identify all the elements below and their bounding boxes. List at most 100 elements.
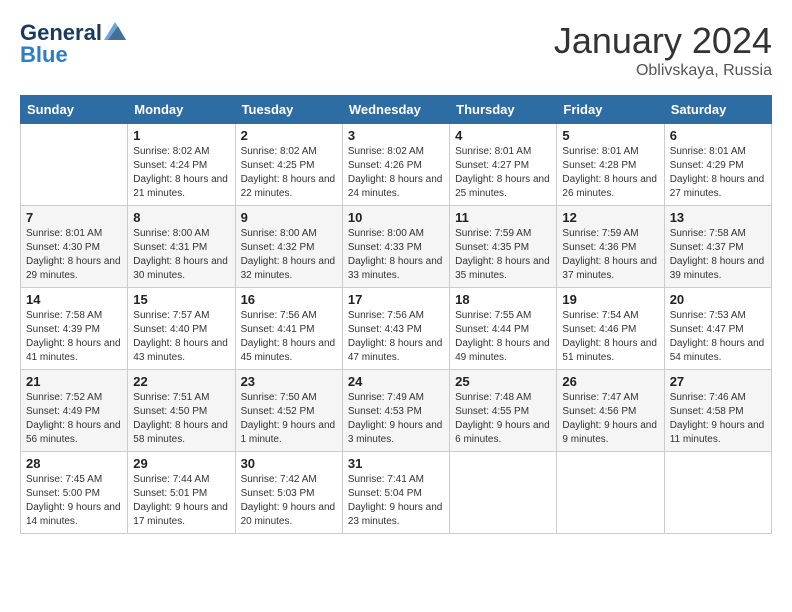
day-number: 5 (562, 128, 658, 143)
col-header-sunday: Sunday (21, 96, 128, 124)
day-number: 29 (133, 456, 229, 471)
day-info: Sunrise: 7:45 AM Sunset: 5:00 PM Dayligh… (26, 473, 122, 529)
week-row-1: 1Sunrise: 8:02 AM Sunset: 4:24 PM Daylig… (21, 124, 772, 206)
day-number: 15 (133, 292, 229, 307)
day-number: 16 (241, 292, 337, 307)
day-info: Sunrise: 7:54 AM Sunset: 4:46 PM Dayligh… (562, 309, 658, 365)
day-info: Sunrise: 8:01 AM Sunset: 4:28 PM Dayligh… (562, 145, 658, 201)
day-info: Sunrise: 7:50 AM Sunset: 4:52 PM Dayligh… (241, 391, 337, 447)
day-number: 18 (455, 292, 551, 307)
day-info: Sunrise: 7:59 AM Sunset: 4:35 PM Dayligh… (455, 227, 551, 283)
day-cell (664, 452, 771, 534)
day-number: 22 (133, 374, 229, 389)
day-number: 20 (670, 292, 766, 307)
day-info: Sunrise: 8:02 AM Sunset: 4:26 PM Dayligh… (348, 145, 444, 201)
col-header-thursday: Thursday (450, 96, 557, 124)
day-number: 23 (241, 374, 337, 389)
day-number: 21 (26, 374, 122, 389)
day-cell: 25 Sunrise: 7:48 AM Sunset: 4:55 PM Dayli… (450, 370, 557, 452)
day-number: 25 (455, 374, 551, 389)
day-cell: 23 Sunrise: 7:50 AM Sunset: 4:52 PM Dayli… (235, 370, 342, 452)
day-number: 6 (670, 128, 766, 143)
day-number: 10 (348, 210, 444, 225)
day-number: 30 (241, 456, 337, 471)
day-cell: 7 Sunrise: 8:01 AM Sunset: 4:30 PM Daylig… (21, 206, 128, 288)
month-title: January 2024 (554, 20, 772, 62)
day-cell: 28 Sunrise: 7:45 AM Sunset: 5:00 PM Dayli… (21, 452, 128, 534)
day-number: 31 (348, 456, 444, 471)
day-cell: 6 Sunrise: 8:01 AM Sunset: 4:29 PM Daylig… (664, 124, 771, 206)
col-header-wednesday: Wednesday (342, 96, 449, 124)
day-cell (21, 124, 128, 206)
day-info: Sunrise: 7:57 AM Sunset: 4:40 PM Dayligh… (133, 309, 229, 365)
day-cell (450, 452, 557, 534)
day-cell: 9Sunrise: 8:00 AM Sunset: 4:32 PM Daylig… (235, 206, 342, 288)
day-cell: 5 Sunrise: 8:01 AM Sunset: 4:28 PM Daylig… (557, 124, 664, 206)
day-info: Sunrise: 7:55 AM Sunset: 4:44 PM Dayligh… (455, 309, 551, 365)
day-number: 27 (670, 374, 766, 389)
day-info: Sunrise: 7:59 AM Sunset: 4:36 PM Dayligh… (562, 227, 658, 283)
day-info: Sunrise: 7:49 AM Sunset: 4:53 PM Dayligh… (348, 391, 444, 447)
day-cell: 13Sunrise: 7:58 AM Sunset: 4:37 PM Dayli… (664, 206, 771, 288)
day-cell: 11Sunrise: 7:59 AM Sunset: 4:35 PM Dayli… (450, 206, 557, 288)
day-info: Sunrise: 8:00 AM Sunset: 4:32 PM Dayligh… (241, 227, 337, 283)
header: General Blue January 2024 Oblivskaya, Ru… (20, 20, 772, 80)
day-info: Sunrise: 7:48 AM Sunset: 4:55 PM Dayligh… (455, 391, 551, 447)
day-cell: 21 Sunrise: 7:52 AM Sunset: 4:49 PM Dayli… (21, 370, 128, 452)
day-info: Sunrise: 8:00 AM Sunset: 4:31 PM Dayligh… (133, 227, 229, 283)
day-cell: 18 Sunrise: 7:55 AM Sunset: 4:44 PM Dayli… (450, 288, 557, 370)
week-row-3: 14 Sunrise: 7:58 AM Sunset: 4:39 PM Dayli… (21, 288, 772, 370)
day-info: Sunrise: 7:53 AM Sunset: 4:47 PM Dayligh… (670, 309, 766, 365)
day-info: Sunrise: 7:44 AM Sunset: 5:01 PM Dayligh… (133, 473, 229, 529)
col-header-tuesday: Tuesday (235, 96, 342, 124)
day-number: 19 (562, 292, 658, 307)
day-info: Sunrise: 8:02 AM Sunset: 4:25 PM Dayligh… (241, 145, 337, 201)
day-info: Sunrise: 8:01 AM Sunset: 4:30 PM Dayligh… (26, 227, 122, 283)
day-cell: 10 Sunrise: 8:00 AM Sunset: 4:33 PM Dayli… (342, 206, 449, 288)
day-cell: 22Sunrise: 7:51 AM Sunset: 4:50 PM Dayli… (128, 370, 235, 452)
day-info: Sunrise: 7:56 AM Sunset: 4:43 PM Dayligh… (348, 309, 444, 365)
day-info: Sunrise: 7:56 AM Sunset: 4:41 PM Dayligh… (241, 309, 337, 365)
day-info: Sunrise: 7:52 AM Sunset: 4:49 PM Dayligh… (26, 391, 122, 447)
day-number: 3 (348, 128, 444, 143)
day-cell: 3 Sunrise: 8:02 AM Sunset: 4:26 PM Daylig… (342, 124, 449, 206)
day-cell: 1Sunrise: 8:02 AM Sunset: 4:24 PM Daylig… (128, 124, 235, 206)
page-container: General Blue January 2024 Oblivskaya, Ru… (0, 0, 792, 544)
logo-blue: Blue (20, 42, 68, 68)
day-number: 26 (562, 374, 658, 389)
day-number: 8 (133, 210, 229, 225)
day-cell: 31 Sunrise: 7:41 AM Sunset: 5:04 PM Dayli… (342, 452, 449, 534)
day-cell: 14 Sunrise: 7:58 AM Sunset: 4:39 PM Dayli… (21, 288, 128, 370)
logo: General Blue (20, 20, 126, 68)
day-number: 12 (562, 210, 658, 225)
day-number: 28 (26, 456, 122, 471)
day-cell: 19 Sunrise: 7:54 AM Sunset: 4:46 PM Dayli… (557, 288, 664, 370)
day-info: Sunrise: 7:42 AM Sunset: 5:03 PM Dayligh… (241, 473, 337, 529)
day-number: 7 (26, 210, 122, 225)
logo-icon (104, 22, 126, 40)
day-cell: 29 Sunrise: 7:44 AM Sunset: 5:01 PM Dayli… (128, 452, 235, 534)
day-cell: 12 Sunrise: 7:59 AM Sunset: 4:36 PM Dayli… (557, 206, 664, 288)
day-cell (557, 452, 664, 534)
day-info: Sunrise: 8:00 AM Sunset: 4:33 PM Dayligh… (348, 227, 444, 283)
day-cell: 2Sunrise: 8:02 AM Sunset: 4:25 PM Daylig… (235, 124, 342, 206)
day-cell: 24Sunrise: 7:49 AM Sunset: 4:53 PM Dayli… (342, 370, 449, 452)
week-row-5: 28 Sunrise: 7:45 AM Sunset: 5:00 PM Dayli… (21, 452, 772, 534)
day-info: Sunrise: 7:41 AM Sunset: 5:04 PM Dayligh… (348, 473, 444, 529)
col-header-friday: Friday (557, 96, 664, 124)
week-row-2: 7 Sunrise: 8:01 AM Sunset: 4:30 PM Daylig… (21, 206, 772, 288)
title-section: January 2024 Oblivskaya, Russia (554, 20, 772, 80)
day-info: Sunrise: 7:47 AM Sunset: 4:56 PM Dayligh… (562, 391, 658, 447)
day-info: Sunrise: 7:46 AM Sunset: 4:58 PM Dayligh… (670, 391, 766, 447)
day-cell: 16 Sunrise: 7:56 AM Sunset: 4:41 PM Dayli… (235, 288, 342, 370)
day-cell: 27 Sunrise: 7:46 AM Sunset: 4:58 PM Dayli… (664, 370, 771, 452)
day-number: 14 (26, 292, 122, 307)
day-info: Sunrise: 7:58 AM Sunset: 4:39 PM Dayligh… (26, 309, 122, 365)
header-row: SundayMondayTuesdayWednesdayThursdayFrid… (21, 96, 772, 124)
col-header-monday: Monday (128, 96, 235, 124)
day-info: Sunrise: 8:02 AM Sunset: 4:24 PM Dayligh… (133, 145, 229, 201)
day-cell: 30 Sunrise: 7:42 AM Sunset: 5:03 PM Dayli… (235, 452, 342, 534)
day-cell: 26 Sunrise: 7:47 AM Sunset: 4:56 PM Dayli… (557, 370, 664, 452)
day-cell: 15 Sunrise: 7:57 AM Sunset: 4:40 PM Dayli… (128, 288, 235, 370)
day-info: Sunrise: 8:01 AM Sunset: 4:29 PM Dayligh… (670, 145, 766, 201)
